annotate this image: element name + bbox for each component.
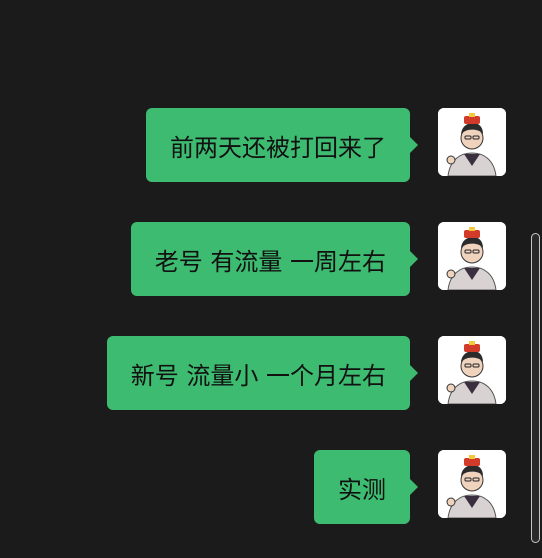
chat-area: 前两天还被打回来了 老号 有流量 一周左右 新号 流量小 一个月左右 实测 bbox=[0, 0, 542, 558]
message-text: 前两天还被打回来了 bbox=[170, 133, 386, 162]
avatar-image bbox=[438, 336, 506, 404]
avatar-image bbox=[438, 450, 506, 518]
scrollbar-thumb[interactable] bbox=[532, 234, 539, 542]
avatar[interactable] bbox=[438, 222, 506, 290]
message-text: 实测 bbox=[338, 475, 386, 504]
message-row: 实测 bbox=[314, 450, 506, 524]
message-text: 老号 有流量 一周左右 bbox=[154, 247, 386, 276]
scrollbar[interactable] bbox=[531, 233, 540, 543]
message-bubble[interactable]: 实测 bbox=[314, 450, 418, 524]
message-bubble[interactable]: 老号 有流量 一周左右 bbox=[130, 222, 419, 296]
message-text: 新号 流量小 一个月左右 bbox=[130, 361, 386, 390]
message-row: 新号 流量小 一个月左右 bbox=[106, 336, 506, 410]
avatar-image bbox=[438, 108, 506, 176]
avatar-image bbox=[438, 222, 506, 290]
avatar[interactable] bbox=[438, 108, 506, 176]
message-bubble[interactable]: 前两天还被打回来了 bbox=[146, 108, 418, 182]
avatar[interactable] bbox=[438, 450, 506, 518]
message-bubble[interactable]: 新号 流量小 一个月左右 bbox=[106, 336, 419, 410]
avatar[interactable] bbox=[438, 336, 506, 404]
message-row: 老号 有流量 一周左右 bbox=[130, 222, 506, 296]
message-row: 前两天还被打回来了 bbox=[146, 108, 506, 182]
